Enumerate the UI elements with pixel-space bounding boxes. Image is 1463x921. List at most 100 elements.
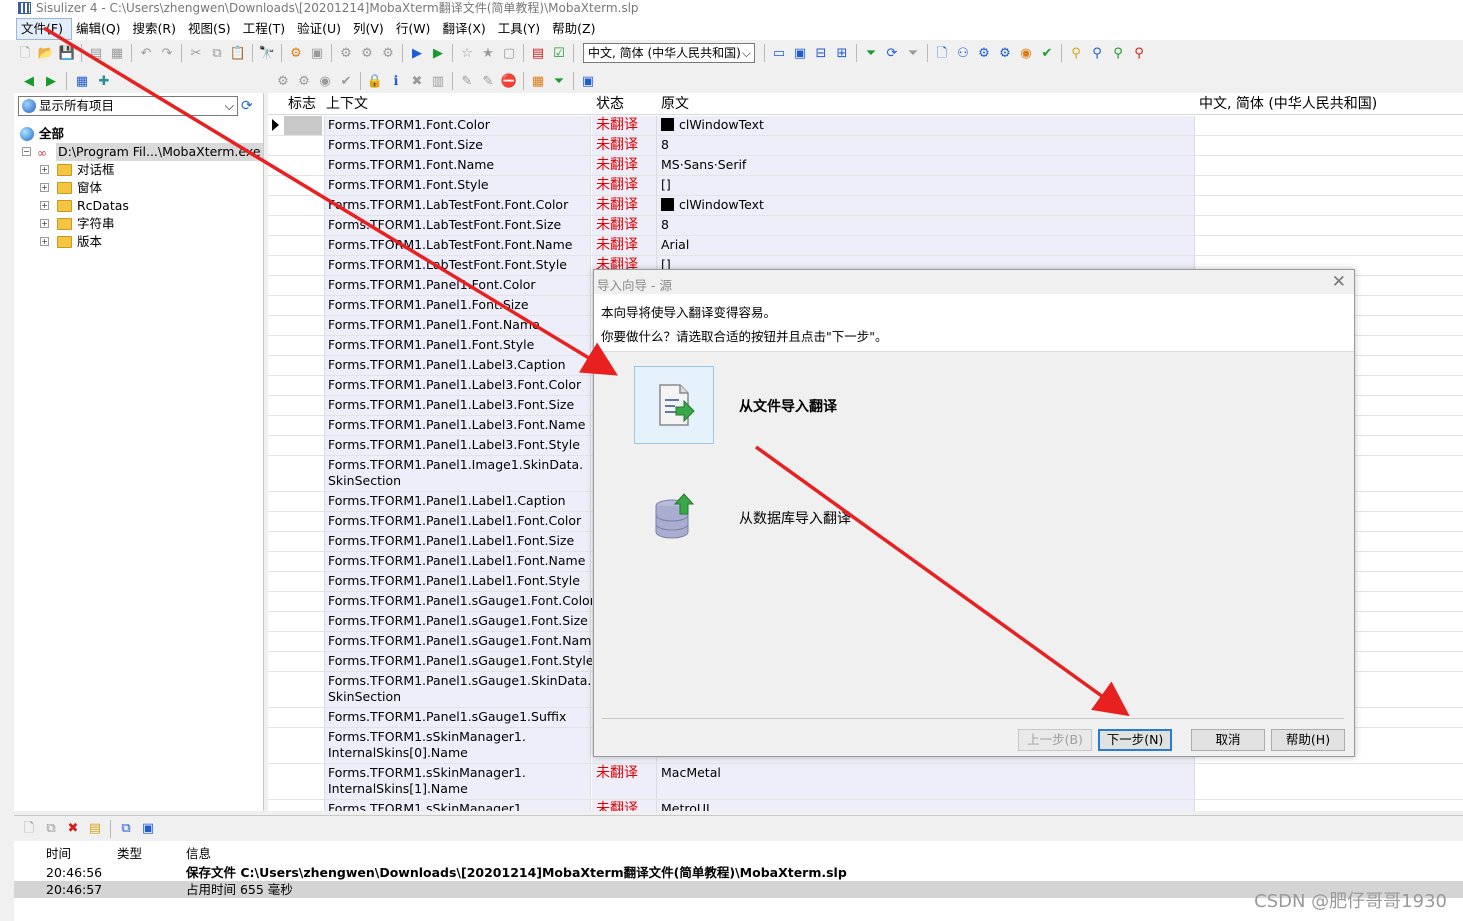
row-flag[interactable] — [284, 708, 322, 727]
row-context[interactable]: Forms.TFORM1.Panel1.Label3.Caption — [324, 356, 591, 375]
note-icon[interactable]: ▤ — [86, 820, 104, 838]
filter-icon[interactable]: ⏷ — [862, 44, 880, 62]
row-translation[interactable] — [1195, 236, 1463, 255]
row-original[interactable]: Arial — [657, 236, 1195, 255]
layout1-icon[interactable]: ▭ — [770, 44, 788, 62]
expand-icon[interactable]: + — [40, 219, 49, 228]
cancel-button[interactable]: 取消 — [1191, 729, 1265, 751]
row-context[interactable]: Forms.TFORM1.Panel1.Label1.Font.Color — [324, 512, 591, 531]
expand-icon[interactable]: + — [40, 201, 49, 210]
menu-row[interactable]: 行(W) — [392, 19, 439, 39]
row-status[interactable]: 未翻译 — [592, 196, 657, 215]
storage-icon[interactable]: ▥ — [429, 72, 447, 90]
tree-item-dialogs[interactable]: + 对话框 — [20, 161, 260, 179]
row-status[interactable]: 未翻译 — [592, 156, 657, 175]
row-context[interactable]: Forms.TFORM1.Panel1.Label1.Font.Style — [324, 572, 591, 591]
row-context[interactable]: Forms.TFORM1.Panel1.Label3.Font.Name — [324, 416, 591, 435]
key-yellow-icon[interactable]: ⚲ — [1067, 44, 1085, 62]
row-context[interactable]: Forms.TFORM1.Font.Name — [324, 156, 591, 175]
row-original[interactable]: [] — [657, 176, 1195, 195]
filter-select[interactable]: 显示所有项目 ⌵ — [18, 96, 238, 116]
lock-icon[interactable]: 🔒 — [366, 72, 384, 90]
tree-item-forms[interactable]: + 窗体 — [20, 179, 260, 197]
menu-project[interactable]: 工程(T) — [239, 19, 293, 39]
key-blue-icon[interactable]: ⚲ — [1088, 44, 1106, 62]
stop-icon[interactable]: ⛔ — [500, 72, 518, 90]
row-context[interactable]: Forms.TFORM1.Font.Size — [324, 136, 591, 155]
row-context[interactable]: Forms.TFORM1.Panel1.Label1.Font.Name — [324, 552, 591, 571]
new-project-icon[interactable]: 🗋 — [16, 44, 34, 62]
import-from-database-label[interactable]: 从数据库导入翻译 — [739, 508, 851, 528]
import-from-file-label[interactable]: 从文件导入翻译 — [739, 396, 837, 416]
row-flag[interactable] — [284, 728, 322, 763]
settings-icon[interactable]: ⚙ — [337, 44, 355, 62]
row-flag[interactable] — [284, 672, 322, 707]
tool3-icon[interactable]: ⚙ — [996, 44, 1014, 62]
refresh-icon[interactable]: ⟳ — [883, 44, 901, 62]
tool4-icon[interactable]: ◉ — [1017, 44, 1035, 62]
edit2-icon[interactable]: ✎ — [479, 72, 497, 90]
row-original[interactable]: MS·Sans·Serif — [657, 156, 1195, 175]
table-row[interactable]: Forms.TFORM1.Font.Size 未翻译 8 — [268, 136, 1463, 156]
row-original[interactable]: 8 — [657, 216, 1195, 235]
row-flag[interactable] — [284, 116, 322, 135]
row-context[interactable]: Forms.TFORM1.Panel1.sGauge1.SkinData. Sk… — [324, 672, 591, 707]
window-icon[interactable]: ▣ — [579, 72, 597, 90]
tool2-icon[interactable]: ⚙ — [975, 44, 993, 62]
row-context[interactable]: Forms.TFORM1.Panel1.sGauge1.Font.Style — [324, 652, 594, 671]
memory-icon[interactable]: ▢ — [500, 44, 518, 62]
col-translation[interactable]: 中文, 简体 (中华人民共和国) — [1199, 93, 1377, 115]
row-flag[interactable] — [284, 296, 322, 315]
tree-item-version[interactable]: + 版本 — [20, 233, 260, 251]
table-row[interactable]: Forms.TFORM1.Font.Name 未翻译 MS·Sans·Serif — [268, 156, 1463, 176]
row-status[interactable]: 未翻译 — [592, 116, 657, 135]
row-status[interactable]: 未翻译 — [592, 136, 657, 155]
tool-icon[interactable]: ⚙ — [274, 72, 292, 90]
menu-column[interactable]: 列(V) — [349, 19, 392, 39]
row-context[interactable]: Forms.TFORM1.sSkinManager1. InternalSkin… — [324, 764, 591, 799]
row-context[interactable]: Forms.TFORM1.Panel1.sGauge1.Font.Size — [324, 612, 591, 631]
row-status[interactable]: 未翻译 — [592, 176, 657, 195]
tree-exe[interactable]: − ∞ D:\Program Fil...\MobaXterm.exe — [20, 143, 263, 161]
print-preview-icon[interactable]: ▤ — [87, 44, 105, 62]
menu-tools[interactable]: 工具(Y) — [494, 19, 548, 39]
page-icon[interactable]: 🗋 — [933, 44, 951, 62]
row-translation[interactable] — [1195, 216, 1463, 235]
table-row[interactable]: Forms.TFORM1.Font.Color 未翻译 clWindowText — [268, 116, 1463, 136]
log-row[interactable]: 20:46:57 占用时间 655 毫秒 — [14, 881, 1463, 898]
page-icon[interactable]: 🗋 — [20, 820, 38, 838]
row-translation[interactable] — [1195, 136, 1463, 155]
table-row[interactable]: Forms.TFORM1.sSkinManager1. InternalSkin… — [268, 764, 1463, 800]
row-context[interactable]: Forms.TFORM1.Font.Style — [324, 176, 591, 195]
run-green-icon[interactable]: ▶ — [429, 44, 447, 62]
table-row[interactable]: Forms.TFORM1.Font.Style 未翻译 [] — [268, 176, 1463, 196]
report-icon[interactable]: ▤ — [529, 44, 547, 62]
run-icon[interactable]: ▶ — [408, 44, 426, 62]
row-context[interactable]: Forms.TFORM1.Panel1.Font.Color — [324, 276, 591, 295]
row-context[interactable]: Forms.TFORM1.Panel1.Image1.SkinData. Ski… — [324, 456, 591, 491]
row-flag[interactable] — [284, 256, 322, 275]
menu-validate[interactable]: 验证(U) — [293, 19, 349, 39]
col-status[interactable]: 状态 — [596, 93, 624, 115]
row-translation[interactable] — [1195, 176, 1463, 195]
menu-translate[interactable]: 翻译(X) — [438, 19, 493, 39]
row-context[interactable]: Forms.TFORM1.Panel1.Font.Size — [324, 296, 591, 315]
row-context[interactable]: Forms.TFORM1.Font.Color — [324, 116, 591, 135]
row-flag[interactable] — [284, 196, 322, 215]
key-red-icon[interactable]: ⚲ — [1130, 44, 1148, 62]
row-context[interactable]: Forms.TFORM1.Panel1.Font.Name — [324, 316, 591, 335]
key-green-icon[interactable]: ⚲ — [1109, 44, 1127, 62]
row-context[interactable]: Forms.TFORM1.LabTestFont.Font.Style — [324, 256, 591, 275]
tree-item-rcdatas[interactable]: + RcDatas — [20, 197, 260, 215]
tool-icon[interactable]: ◉ — [316, 72, 334, 90]
row-original[interactable]: MacMetal — [657, 764, 1195, 799]
row-context[interactable]: Forms.TFORM1.sSkinManager1. InternalSkin… — [324, 728, 591, 763]
find-icon[interactable]: 🔭 — [258, 44, 276, 62]
row-original[interactable]: clWindowText — [657, 196, 1195, 215]
row-original[interactable]: 8 — [657, 136, 1195, 155]
info-icon[interactable]: ℹ — [387, 72, 405, 90]
row-context[interactable]: Forms.TFORM1.LabTestFont.Font.Color — [324, 196, 591, 215]
tool-icon[interactable]: ⚙ — [295, 72, 313, 90]
row-flag[interactable] — [284, 316, 322, 335]
row-context[interactable]: Forms.TFORM1.Panel1.sGauge1.Font.Name — [324, 632, 599, 651]
